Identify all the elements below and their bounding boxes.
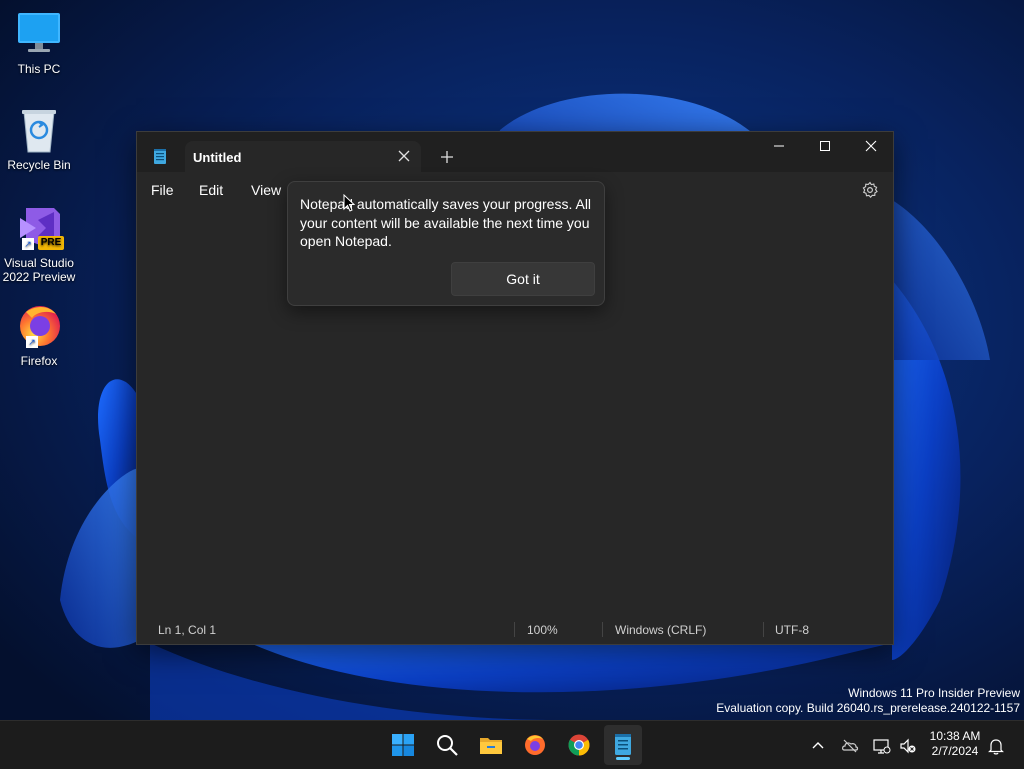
evaluation-watermark: Windows 11 Pro Insider Preview Evaluatio… xyxy=(716,686,1020,716)
desktop-icon-label: This PC xyxy=(17,62,61,76)
encoding: UTF-8 xyxy=(775,623,809,637)
close-window-button[interactable] xyxy=(847,132,893,160)
mouse-cursor-icon xyxy=(343,194,355,212)
desktop-icon-label: Visual Studio 2022 Preview xyxy=(2,256,76,284)
desktop-icon-this-pc[interactable]: This PC xyxy=(2,10,76,76)
zoom-level: 100% xyxy=(527,623,558,637)
desktop-icon-visual-studio[interactable]: PRE ↗ Visual Studio 2022 Preview xyxy=(2,204,76,284)
tab-title: Untitled xyxy=(193,150,242,165)
tab-untitled[interactable]: Untitled xyxy=(185,141,421,172)
status-divider xyxy=(514,622,515,637)
close-icon xyxy=(865,140,877,152)
close-tab-icon[interactable] xyxy=(395,147,413,165)
minimize-button[interactable] xyxy=(755,132,801,160)
line-ending: Windows (CRLF) xyxy=(615,623,707,637)
minimize-icon xyxy=(774,145,784,147)
active-app-indicator xyxy=(616,757,630,760)
search-icon xyxy=(437,735,458,756)
monitor-icon xyxy=(14,10,64,58)
start-button[interactable] xyxy=(387,729,419,761)
taskbar-chrome[interactable] xyxy=(563,729,595,761)
taskbar-search-button[interactable] xyxy=(431,729,463,761)
desktop-icon-label: Recycle Bin xyxy=(7,158,71,172)
title-bar[interactable]: Untitled xyxy=(137,132,893,172)
notification-bell-icon[interactable] xyxy=(987,737,1005,755)
menu-edit[interactable]: Edit xyxy=(199,182,223,198)
status-divider xyxy=(602,622,603,637)
settings-gear-icon[interactable] xyxy=(861,181,879,199)
maximize-icon xyxy=(820,141,830,151)
got-it-button[interactable]: Got it xyxy=(451,262,595,296)
status-divider xyxy=(763,622,764,637)
clock-date: 2/7/2024 xyxy=(931,744,979,758)
status-bar: Ln 1, Col 1 100% Windows (CRLF) UTF-8 xyxy=(137,616,893,644)
chrome-icon xyxy=(568,734,590,756)
taskbar: 10:38 AM 2/7/2024 xyxy=(0,720,1024,769)
autosave-teaching-tip: Notepad automatically saves your progres… xyxy=(287,181,605,306)
network-icon[interactable] xyxy=(873,737,891,755)
watermark-line-1: Windows 11 Pro Insider Preview xyxy=(848,686,1020,700)
taskbar-clock[interactable]: 10:38 AM 2/7/2024 xyxy=(920,729,990,759)
start-icon xyxy=(392,734,414,756)
cursor-position: Ln 1, Col 1 xyxy=(158,623,217,637)
notepad-app-icon xyxy=(153,149,167,170)
new-tab-icon[interactable] xyxy=(439,149,455,165)
visual-studio-icon: PRE ↗ xyxy=(14,204,64,252)
desktop-icon-firefox[interactable]: ↗ Firefox xyxy=(2,302,76,368)
show-hidden-icons-chevron-up-icon[interactable] xyxy=(809,737,827,755)
taskbar-firefox[interactable] xyxy=(519,729,551,761)
firefox-icon xyxy=(525,735,545,755)
onedrive-offline-icon[interactable] xyxy=(841,737,859,755)
shortcut-arrow-icon: ↗ xyxy=(22,238,34,250)
taskbar-file-explorer[interactable] xyxy=(475,729,507,761)
preview-badge: PRE xyxy=(38,236,64,250)
notepad-icon xyxy=(615,734,631,755)
menu-file[interactable]: File xyxy=(151,182,174,198)
watermark-line-2: Evaluation copy. Build 26040.rs_prerelea… xyxy=(716,701,1020,715)
desktop-icon-label: Firefox xyxy=(20,354,58,368)
file-explorer-icon xyxy=(480,738,502,754)
desktop-icon-recycle-bin[interactable]: Recycle Bin xyxy=(2,106,76,172)
firefox-icon: ↗ xyxy=(14,302,64,350)
clock-time: 10:38 AM xyxy=(929,729,981,743)
menu-view[interactable]: View xyxy=(251,182,281,198)
recycle-bin-icon xyxy=(14,106,64,154)
shortcut-arrow-icon: ↗ xyxy=(26,336,38,348)
volume-muted-icon[interactable] xyxy=(899,737,917,755)
maximize-button[interactable] xyxy=(801,132,847,160)
